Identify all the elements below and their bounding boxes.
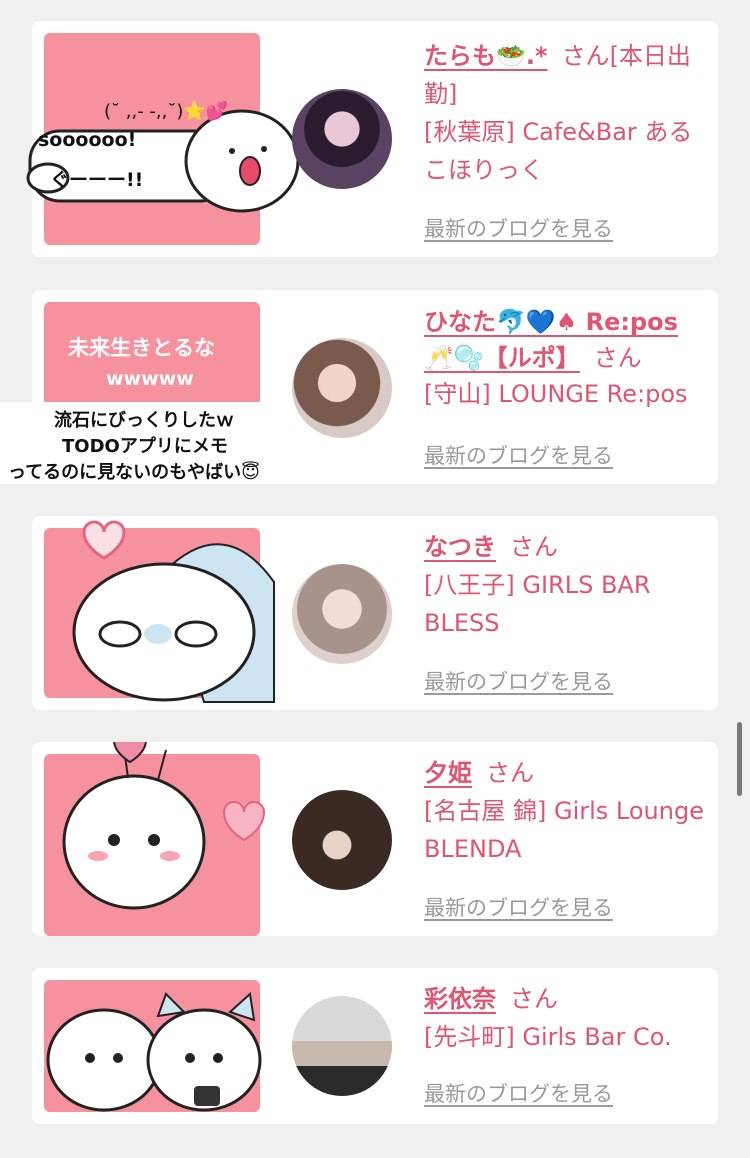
honorific: さん	[561, 42, 610, 70]
cast-name-link[interactable]: なつき	[424, 533, 496, 561]
thumb-caption-1: (˘ ,,- -,,˘)⭐💕	[104, 101, 229, 122]
cast-card[interactable]: 未来生きとるな wwwww 流石にびっくりしたｗ TODOアプリにメモ ってるの…	[0, 290, 718, 484]
cast-avatar[interactable]	[292, 564, 392, 664]
cast-name-link[interactable]: 夕姫	[424, 759, 472, 787]
thumb-caption-2: soooooo!	[38, 129, 137, 151]
shop-name: [先斗町] Girls Bar Co.	[424, 1023, 672, 1051]
thumb-title-2: wwwww	[106, 368, 194, 390]
cast-avatar[interactable]	[292, 338, 392, 438]
chiikawa-sticker-image	[72, 520, 275, 703]
scrollbar-thumb[interactable]	[737, 722, 742, 796]
thumb-caption-1: 流石にびっくりしたｗ	[54, 410, 234, 431]
cast-name-link[interactable]: たらも🥗.*	[424, 42, 548, 70]
cast-card[interactable]: 夕姫 さん [名古屋 錦] Girls Lounge BLENDA 最新のブログを…	[32, 742, 718, 936]
shop-name: [名古屋 錦] Girls Lounge BLENDA	[424, 797, 704, 863]
latest-blog-link[interactable]: 最新のブログを見る	[424, 666, 613, 696]
cast-avatar[interactable]	[292, 790, 392, 890]
cast-name-link[interactable]: 彩依奈	[424, 985, 496, 1013]
shop-name: [守山] LOUNGE Re:pos	[424, 380, 688, 408]
latest-blog-link[interactable]: 最新のブログを見る	[424, 1078, 613, 1108]
honorific: さん	[593, 344, 642, 372]
shop-name: [秋葉原] Cafe&Bar あるこほりっく	[424, 118, 693, 184]
latest-blog-link[interactable]: 最新のブログを見る	[424, 213, 613, 243]
cast-card[interactable]: なつき さん [八王子] GIRLS BAR BLESS 最新のブログを見る	[32, 516, 718, 710]
blog-thumbnail[interactable]	[44, 980, 262, 1112]
cast-avatar[interactable]	[292, 996, 392, 1096]
cast-card[interactable]: (˘ ,,- -,,˘)⭐💕 soooooo! ぐーーー!! たらも🥗.* さん […	[26, 21, 718, 257]
thumb-caption-3: ぐーーー!!	[50, 169, 144, 191]
cast-card[interactable]: 彩依奈 さん [先斗町] Girls Bar Co. 最新のブログを見る	[32, 968, 718, 1124]
blog-thumbnail[interactable]	[44, 742, 266, 936]
shop-name: [八王子] GIRLS BAR BLESS	[424, 571, 651, 637]
thumb-caption-2: TODOアプリにメモ	[62, 436, 228, 457]
cast-avatar[interactable]	[292, 89, 392, 189]
blog-thumbnail[interactable]: (˘ ,,- -,,˘)⭐💕 soooooo! ぐーーー!!	[26, 33, 300, 245]
honorific: さん	[510, 533, 558, 561]
blog-thumbnail[interactable]: 未来生きとるな wwwww 流石にびっくりしたｗ TODOアプリにメモ ってるの…	[0, 302, 316, 484]
honorific: さん	[510, 985, 558, 1013]
latest-blog-link[interactable]: 最新のブログを見る	[424, 892, 613, 922]
chiikawa-sticker-image	[46, 992, 262, 1112]
honorific: さん	[486, 759, 534, 787]
thumb-title: 未来生きとるな	[68, 336, 215, 360]
thumb-caption-3: ってるのに見ないのもやばい😇	[8, 462, 260, 483]
latest-blog-link[interactable]: 最新のブログを見る	[424, 440, 613, 470]
blog-thumbnail[interactable]	[44, 520, 275, 703]
